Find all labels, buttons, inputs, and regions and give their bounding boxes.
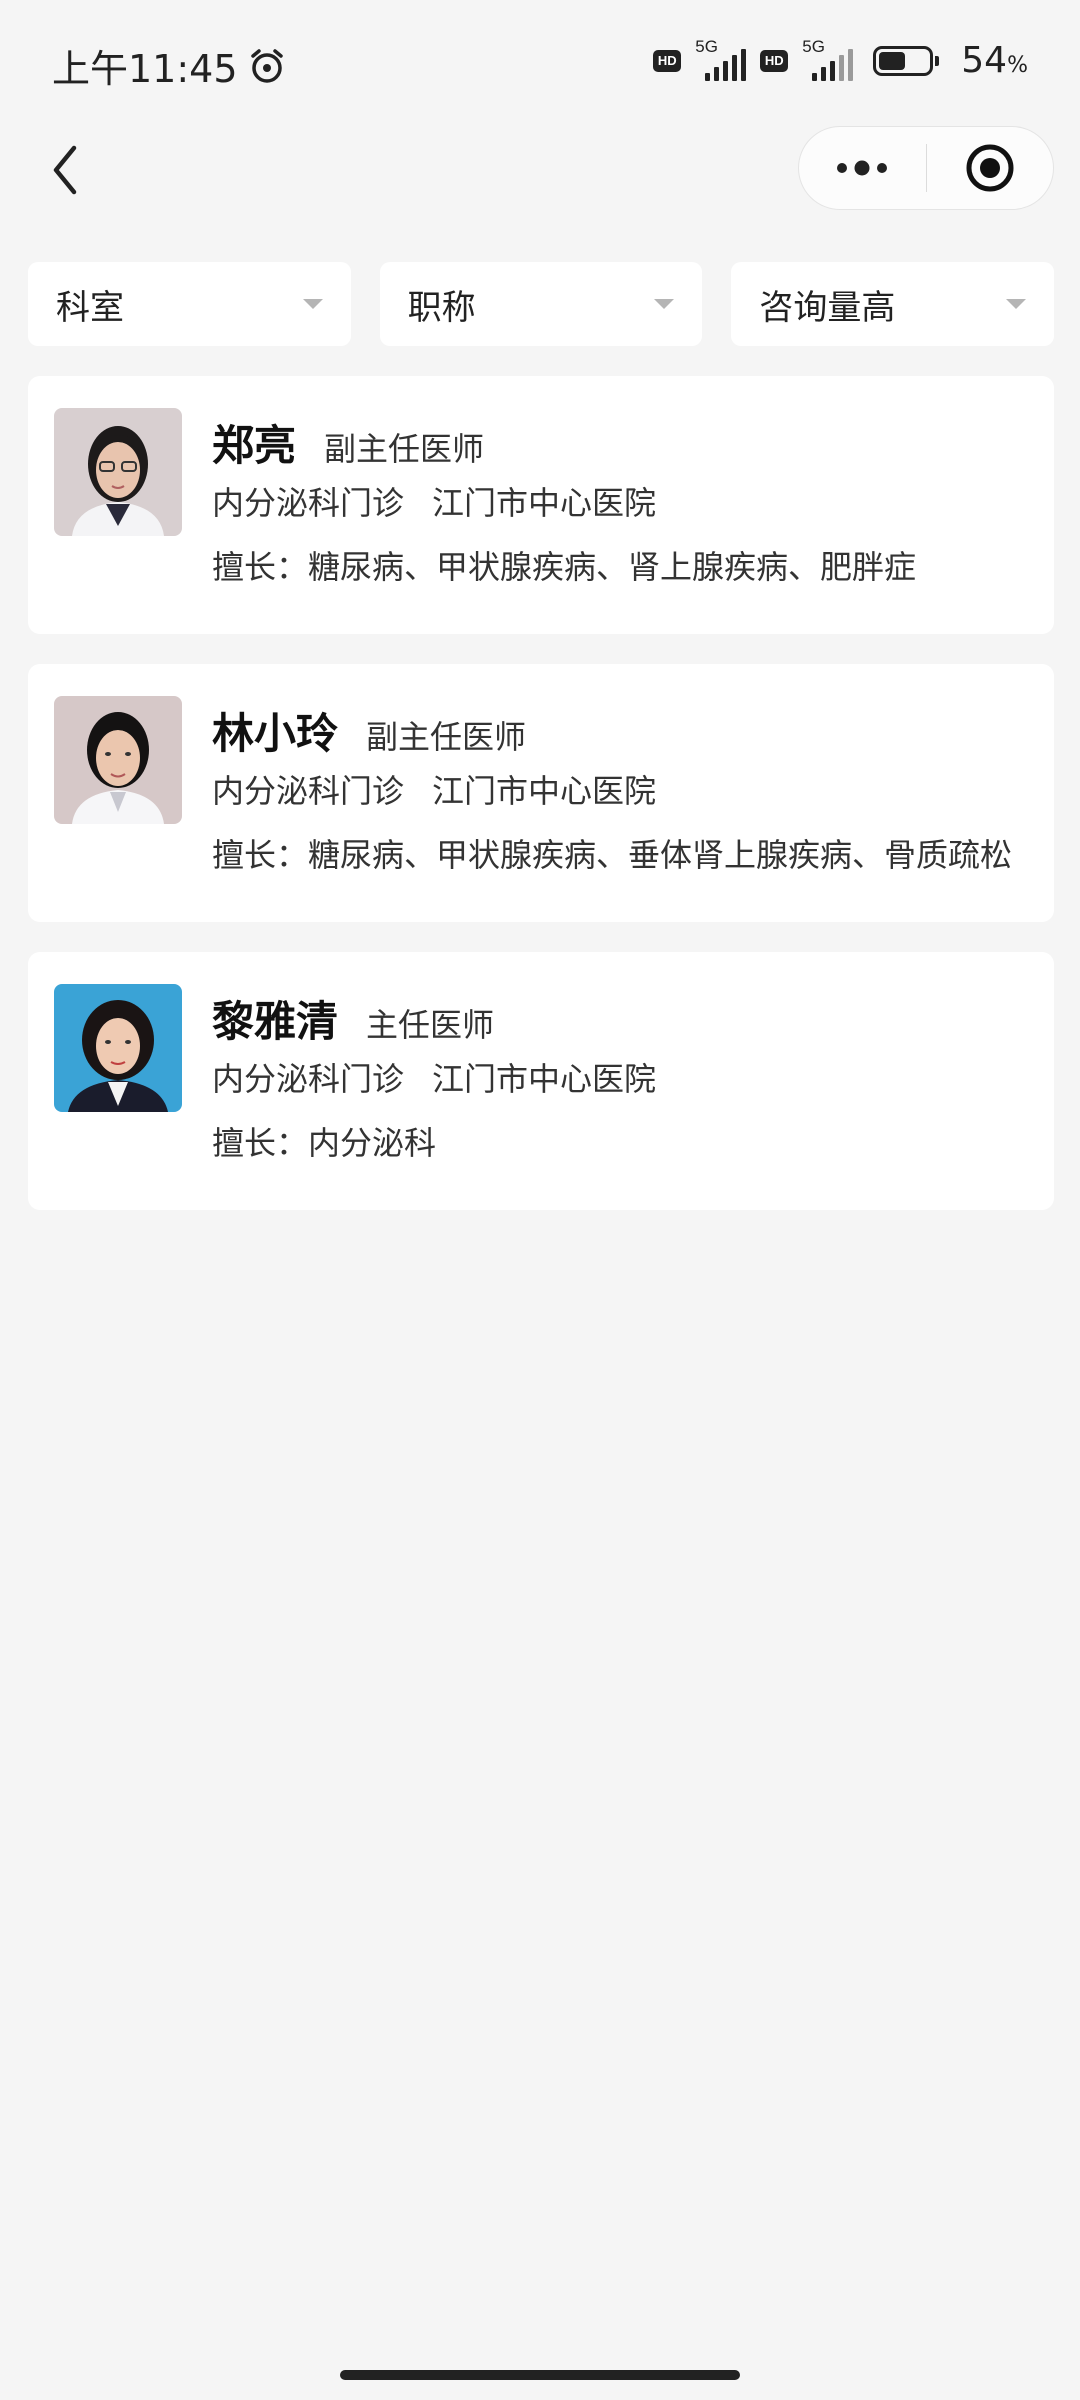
doctor-name: 黎雅清 <box>212 997 339 1046</box>
status-icons: HD 5G HD 5G 54% <box>653 37 1028 81</box>
doctor-name: 郑亮 <box>212 421 297 470</box>
doctor-info: 黎雅清 主任医师 内分泌科门诊 江门市中心医院 擅长：内分泌科 <box>212 988 1026 1164</box>
home-indicator[interactable] <box>340 2370 740 2380</box>
network-1-label: 5G <box>695 36 718 56</box>
filter-bar: 科室 职称 咨询量高 <box>28 262 1055 346</box>
filter-department[interactable]: 科室 <box>28 262 351 346</box>
filter-department-label: 科室 <box>56 287 124 328</box>
status-bar: 上午11:45 HD 5G HD 5G 54% <box>0 0 1080 120</box>
doctor-title: 副主任医师 <box>366 718 527 756</box>
more-dots-icon <box>837 160 888 176</box>
doctor-card[interactable]: 郑亮 副主任医师 内分泌科门诊 江门市中心医院 擅长：糖尿病、甲状腺疾病、肾上腺… <box>28 376 1054 634</box>
close-miniprogram-button[interactable] <box>927 127 1054 209</box>
target-circle-icon <box>966 144 1014 192</box>
doctor-hospital: 江门市中心医院 <box>432 1060 657 1098</box>
more-button[interactable] <box>799 127 926 209</box>
alarm-icon <box>248 47 286 85</box>
doctor-skills: 擅长：糖尿病、甲状腺疾病、肾上腺疾病、肥胖症 <box>212 548 917 586</box>
caret-down-icon <box>302 299 323 309</box>
doctor-info: 郑亮 副主任医师 内分泌科门诊 江门市中心医院 擅长：糖尿病、甲状腺疾病、肾上腺… <box>212 412 1026 588</box>
caret-down-icon <box>1006 299 1027 309</box>
filter-title-label: 职称 <box>407 287 476 328</box>
caret-down-icon <box>654 299 675 309</box>
signal-2-icon: 5G <box>802 37 854 81</box>
doctor-avatar <box>54 696 182 824</box>
doctor-list: 郑亮 副主任医师 内分泌科门诊 江门市中心医院 擅长：糖尿病、甲状腺疾病、肾上腺… <box>28 376 1054 1240</box>
network-2-label: 5G <box>802 36 825 56</box>
doctor-skills: 擅长：糖尿病、甲状腺疾病、垂体肾上腺疾病、骨质疏松 <box>212 836 1013 874</box>
doctor-info: 林小玲 副主任医师 内分泌科门诊 江门市中心医院 擅长：糖尿病、甲状腺疾病、垂体… <box>212 700 1026 876</box>
filter-title[interactable]: 职称 <box>379 262 703 346</box>
chevron-left-icon <box>53 145 77 195</box>
status-time-group: 上午11:45 <box>52 38 286 93</box>
battery-icon <box>873 45 940 76</box>
doctor-title: 主任医师 <box>366 1006 495 1044</box>
mini-program-capsule <box>798 126 1054 210</box>
hd-badge-1: HD <box>653 49 682 72</box>
doctor-avatar <box>54 408 182 536</box>
status-time: 上午11:45 <box>52 47 238 91</box>
nav-bar <box>0 120 1080 220</box>
hd-badge-2: HD <box>760 49 789 72</box>
filter-sort-label: 咨询量高 <box>759 287 896 328</box>
back-button[interactable] <box>36 140 96 200</box>
doctor-card[interactable]: 林小玲 副主任医师 内分泌科门诊 江门市中心医院 擅长：糖尿病、甲状腺疾病、垂体… <box>28 664 1054 922</box>
doctor-name: 林小玲 <box>212 709 339 758</box>
battery-text: 54% <box>961 40 1028 81</box>
filter-sort[interactable]: 咨询量高 <box>731 262 1055 346</box>
doctor-department: 内分泌科门诊 <box>212 772 405 810</box>
doctor-title: 副主任医师 <box>324 430 485 468</box>
doctor-hospital: 江门市中心医院 <box>432 484 657 522</box>
doctor-avatar <box>54 984 182 1112</box>
doctor-hospital: 江门市中心医院 <box>432 772 657 810</box>
battery-fill <box>879 51 906 70</box>
doctor-skills: 擅长：内分泌科 <box>212 1124 437 1162</box>
signal-1-icon: 5G <box>695 37 747 81</box>
doctor-department: 内分泌科门诊 <box>212 484 405 522</box>
doctor-card[interactable]: 黎雅清 主任医师 内分泌科门诊 江门市中心医院 擅长：内分泌科 <box>28 952 1054 1210</box>
doctor-department: 内分泌科门诊 <box>212 1060 405 1098</box>
